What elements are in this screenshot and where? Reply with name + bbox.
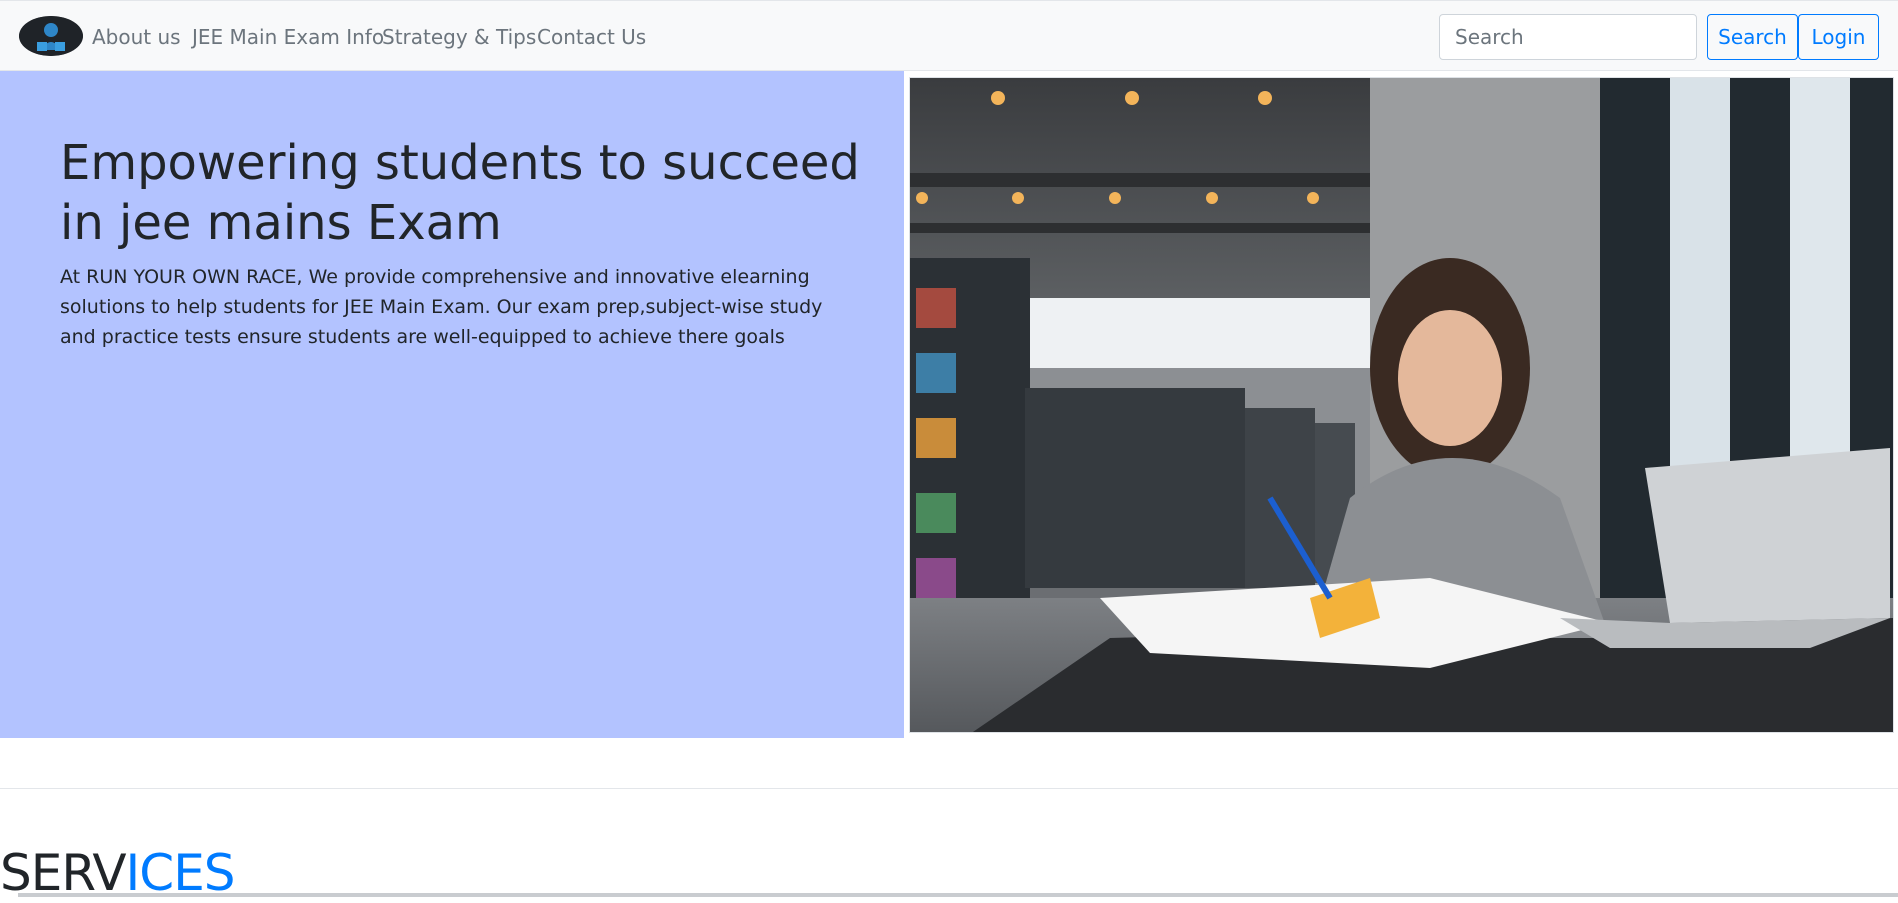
nav-link-about-us[interactable]: About us xyxy=(92,25,181,49)
logo[interactable] xyxy=(19,16,83,56)
search-input[interactable] xyxy=(1439,14,1697,60)
nav-link-strategy-tips[interactable]: Strategy & Tips xyxy=(382,25,536,49)
student-logo-icon xyxy=(19,16,83,56)
section-divider xyxy=(0,788,1898,789)
hero-description: At RUN YOUR OWN RACE, We provide compreh… xyxy=(60,266,823,348)
nav-link-contact-us[interactable]: Contact Us xyxy=(537,25,646,49)
student-library-illustration xyxy=(910,78,1893,732)
hero-image xyxy=(909,77,1894,733)
search-button[interactable]: Search xyxy=(1707,14,1798,60)
nav-link-jee-main-exam-info[interactable]: JEE Main Exam Info xyxy=(192,25,384,49)
hero-title: Empowering students to succeed in jee ma… xyxy=(60,135,860,251)
navbar: About us JEE Main Exam Info Strategy & T… xyxy=(0,0,1898,71)
login-button[interactable]: Login xyxy=(1798,14,1879,60)
horizontal-scrollbar[interactable] xyxy=(18,893,1898,897)
